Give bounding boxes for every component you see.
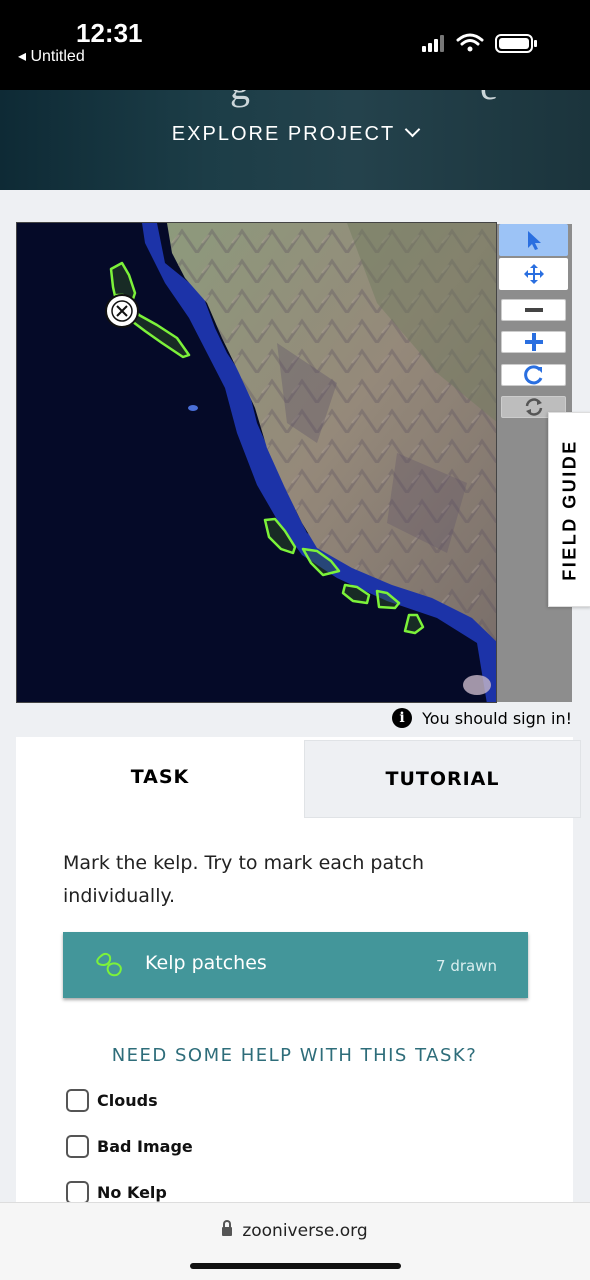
info-icon: i [392,708,413,728]
zoom-in-icon [524,333,543,351]
project-title-cropped: g e [230,90,498,109]
status-time: 12:31 [76,18,143,48]
tab-task[interactable]: TASK [16,737,304,817]
back-to-app-link[interactable]: ◂ Untitled [18,46,85,66]
zoom-in-button[interactable] [501,331,566,353]
battery-icon [495,34,537,53]
checkbox-clouds[interactable]: Clouds [66,1089,158,1112]
checkbox-label: Clouds [97,1091,158,1110]
checkbox-no-kelp[interactable]: No Kelp [66,1181,167,1204]
chevron-down-icon [404,121,421,138]
tab-tutorial[interactable]: TUTORIAL [304,740,581,818]
tool-drawn-count: 7 drawn [436,957,497,975]
zoom-out-button[interactable] [501,299,566,321]
tool-label: Kelp patches [145,952,267,974]
wifi-icon [456,33,484,52]
cellular-signal-icon [422,35,444,52]
project-header: g e EXPLORE PROJECT [0,90,590,190]
status-icons [422,33,537,53]
annotate-tool-button[interactable] [499,224,568,256]
browser-address-bar[interactable]: zooniverse.org [0,1202,590,1280]
status-bar: 12:31 ◂ Untitled [0,0,590,90]
checkbox-box[interactable] [66,1089,89,1112]
delete-mark-button[interactable] [105,294,139,328]
kelp-patches-tool[interactable]: Kelp patches 7 drawn [63,932,528,998]
checkbox-label: Bad Image [97,1137,193,1156]
rotate-icon [523,365,542,385]
explore-project-label: EXPLORE PROJECT [171,123,396,145]
kelp-polygon-icon [96,952,122,977]
checkbox-label: No Kelp [97,1183,167,1202]
checkbox-bad-image[interactable]: Bad Image [66,1135,193,1158]
sign-in-text: You should sign in! [422,708,572,728]
field-guide-label: FIELD GUIDE [559,438,580,581]
cursor-icon [527,231,541,250]
task-help-link[interactable]: NEED SOME HELP WITH THIS TASK? [16,1045,573,1066]
checkbox-box[interactable] [66,1181,89,1204]
task-instruction: Mark the kelp. Try to mark each patch in… [63,852,425,907]
zoom-out-icon [524,308,543,312]
sign-in-notice[interactable]: i You should sign in! [392,708,572,728]
explore-project-menu[interactable]: EXPLORE PROJECT [0,121,590,146]
reset-icon [525,398,542,416]
task-panel: TASK TUTORIAL Mark the kelp. Try to mark… [16,737,581,1207]
subject-image-viewer[interactable] [16,222,497,703]
url-display[interactable]: zooniverse.org [0,1220,590,1241]
url-text: zooniverse.org [242,1221,368,1241]
close-icon [111,300,133,322]
move-tool-button[interactable] [499,258,568,290]
satellite-image [17,223,496,702]
checkbox-box[interactable] [66,1135,89,1158]
move-icon [523,264,544,284]
lock-icon [222,1220,233,1236]
home-indicator[interactable] [190,1263,401,1269]
field-guide-tab[interactable]: FIELD GUIDE [548,412,590,607]
rotate-button[interactable] [501,364,566,386]
